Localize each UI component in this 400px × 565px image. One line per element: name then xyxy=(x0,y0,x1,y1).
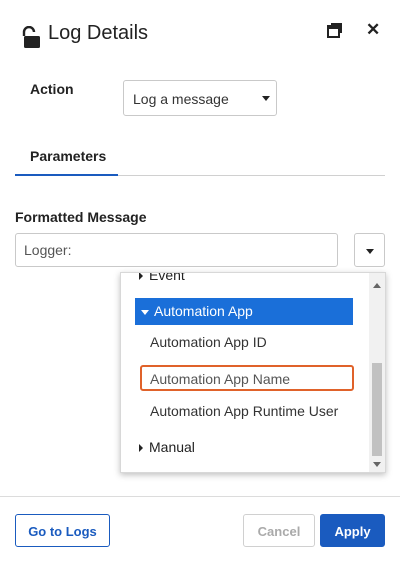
go-to-logs-button[interactable]: Go to Logs xyxy=(15,514,110,547)
caret-right-icon xyxy=(139,273,143,281)
tab-parameters-label: Parameters xyxy=(30,148,107,164)
formatted-message-label: Formatted Message xyxy=(15,209,147,225)
tree-item-event[interactable]: Event xyxy=(139,272,185,283)
variable-dropdown-panel: Event Automation App Automation App ID A… xyxy=(120,272,386,473)
tree-item-label: Manual xyxy=(149,439,195,455)
tree-item-automation-app-runtime-user[interactable]: Automation App Runtime User xyxy=(150,403,338,419)
insert-variable-dropdown-button[interactable] xyxy=(354,233,385,267)
close-icon[interactable]: ✕ xyxy=(366,20,380,40)
scroll-down-arrow-icon[interactable] xyxy=(373,462,381,467)
action-select[interactable]: Log a message xyxy=(123,80,277,116)
formatted-message-input[interactable] xyxy=(15,233,338,267)
chevron-down-icon xyxy=(366,249,374,254)
cancel-button[interactable]: Cancel xyxy=(243,514,315,547)
tree-item-label: Event xyxy=(149,272,185,283)
scroll-thumb[interactable] xyxy=(372,363,382,456)
action-select-value: Log a message xyxy=(133,91,229,107)
caret-down-icon xyxy=(141,309,149,315)
restore-window-icon[interactable] xyxy=(327,22,343,38)
tree-item-label: Automation App xyxy=(154,303,253,319)
tabs-divider xyxy=(118,175,385,176)
tree-item-automation-app[interactable]: Automation App xyxy=(135,298,353,325)
active-tab-indicator xyxy=(15,174,118,176)
chevron-down-icon xyxy=(262,96,270,101)
footer-divider xyxy=(0,496,400,497)
action-label: Action xyxy=(30,81,74,97)
tab-parameters[interactable]: Parameters xyxy=(15,138,118,176)
dialog-title: Log Details xyxy=(48,22,149,44)
tree-item-manual[interactable]: Manual xyxy=(139,439,195,455)
tree-item-automation-app-name[interactable]: Automation App Name xyxy=(140,365,354,391)
scroll-up-arrow-icon[interactable] xyxy=(373,283,381,288)
scrollbar[interactable] xyxy=(369,273,385,472)
caret-right-icon xyxy=(139,444,143,453)
apply-button[interactable]: Apply xyxy=(320,514,385,547)
unlock-icon xyxy=(22,26,40,48)
tree-item-automation-app-id[interactable]: Automation App ID xyxy=(150,334,267,350)
